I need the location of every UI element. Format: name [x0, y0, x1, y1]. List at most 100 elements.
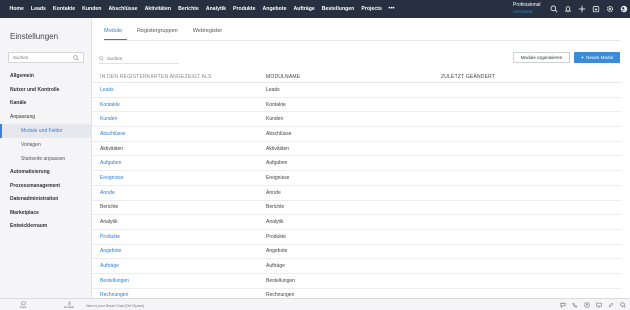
module-name: Leads — [266, 86, 280, 93]
new-module-button[interactable]: + Neues Modul — [574, 52, 620, 63]
chats-button[interactable]: Chats — [0, 299, 46, 310]
nav-item-abschlüsse[interactable]: Abschlüsse — [105, 0, 141, 18]
module-display-name[interactable]: Abschlüsse — [92, 131, 266, 137]
new-module-label: Neues Modul — [586, 55, 614, 60]
sidebar-item-automatisierung[interactable]: Automatisierung — [0, 166, 91, 180]
module-display-name[interactable]: Produkte — [92, 234, 266, 240]
nav-item-berichte[interactable]: Berichte — [175, 0, 203, 18]
nav-item-home[interactable]: Home — [6, 0, 27, 18]
module-nav: Home Leads Kontakte Kunden Abschlüsse Aktivit… — [0, 0, 398, 18]
sidebar-item-startseite-anpassen[interactable]: Startseite anpassen — [0, 152, 91, 166]
tab-webregister[interactable]: Webregister — [193, 28, 228, 40]
tab-module[interactable]: Module — [104, 28, 128, 40]
sidebar-search-input[interactable] — [13, 55, 73, 60]
top-icons — [548, 0, 629, 18]
module-display-name[interactable]: Aufgaben — [92, 160, 266, 166]
table-row[interactable]: Abschlüsse Abschlüsse — [92, 127, 622, 142]
zoom-icon[interactable] — [618, 301, 627, 310]
edition-info[interactable]: Professional UPGRADE — [513, 2, 547, 15]
module-name: Produkte — [266, 233, 287, 240]
bottom-left-buttons: Chats Kontakte — [0, 299, 92, 310]
module-name: Aufgaben — [266, 160, 288, 167]
module-name: Kunden — [266, 116, 284, 123]
nav-item-produkte[interactable]: Produkte — [230, 0, 259, 18]
table-row[interactable]: Ereignisse Ereignisse — [92, 171, 622, 186]
column-header-display: IN DEN REGISTERKARTEN ANGEZEIGT ALS — [100, 73, 212, 80]
table-row[interactable]: Leads Leads — [92, 83, 622, 98]
sidebar-item-vorlagen[interactable]: Vorlagen — [0, 138, 91, 152]
sidebar-item-marketplace[interactable]: Marketplace — [0, 207, 91, 221]
monitor-icon[interactable] — [594, 301, 603, 310]
module-display-name[interactable]: Kontakte — [92, 102, 266, 108]
module-display-name[interactable]: Leads — [92, 87, 266, 93]
module-name: Aufträge — [266, 263, 285, 270]
table-row[interactable]: Kunden Kunden — [92, 112, 622, 128]
module-display-name[interactable]: Kunden — [92, 116, 266, 122]
module-name: Berichte — [266, 204, 285, 211]
table-row[interactable]: Anrufe Anrufe — [92, 186, 622, 201]
table-row[interactable]: Analytik Analytik — [92, 215, 622, 230]
plus-icon[interactable] — [576, 4, 587, 15]
table-row[interactable]: Berichte Berichte — [92, 201, 622, 216]
module-search[interactable] — [99, 54, 179, 64]
search-icon[interactable] — [548, 4, 559, 15]
search-icon — [73, 54, 79, 61]
contacts-icon[interactable] — [582, 301, 591, 310]
nav-item-kunden[interactable]: Kunden — [79, 0, 105, 18]
more-menu-icon[interactable]: ••• — [385, 0, 397, 18]
sidebar-item-kanäle[interactable]: Kanäle — [0, 97, 91, 111]
smart-chat-input[interactable] — [86, 302, 216, 309]
nav-item-aktivitäten[interactable]: Aktivitäten — [141, 0, 175, 18]
settings-icon[interactable] — [604, 4, 615, 15]
organize-modules-button[interactable]: Module organisieren — [513, 52, 570, 63]
nav-item-angebote[interactable]: Angebote — [259, 0, 290, 18]
nav-item-kontakte[interactable]: Kontakte — [49, 0, 78, 18]
phone-icon[interactable] — [570, 301, 579, 310]
apps-icon[interactable] — [618, 4, 629, 15]
table-row[interactable]: Aufgaben Aufgaben — [92, 156, 622, 172]
column-header-module: MODULNAME — [266, 73, 301, 80]
module-display-name[interactable]: Ereignisse — [92, 175, 266, 181]
column-header-modified: ZULETZT GEÄNDERT — [441, 73, 496, 80]
sidebar-search[interactable] — [8, 52, 84, 63]
module-name: Bestellungen — [266, 277, 295, 284]
module-display-name[interactable]: Aufträge — [92, 263, 266, 269]
search-icon — [99, 56, 104, 61]
module-display-name[interactable]: Angebote — [92, 248, 266, 254]
bell-icon[interactable] — [562, 4, 573, 15]
module-search-input[interactable] — [107, 56, 177, 61]
table-row[interactable]: Kontakte Kontakte — [92, 98, 622, 113]
edition-name: Professional — [513, 2, 541, 8]
table-row[interactable]: Produkte Produkte — [92, 230, 622, 245]
calendar-icon[interactable] — [590, 4, 601, 15]
tab-bar: Module Registergruppen Webregister — [104, 28, 237, 40]
table-row[interactable]: Aufträge Aufträge — [92, 259, 622, 274]
module-name: Abschlüsse — [266, 130, 292, 137]
module-display-name[interactable]: Bestellungen — [92, 278, 266, 284]
edit-icon[interactable] — [606, 301, 615, 310]
settings-sidebar: Einstellungen AllgemeinNutzer und Kontro… — [0, 18, 92, 298]
nav-item-bestellungen[interactable]: Bestellungen — [318, 0, 358, 18]
table-row[interactable]: Aktivitäten Aktivitäten — [92, 142, 622, 157]
module-name: Anrufe — [266, 189, 281, 196]
table-row[interactable]: Bestellungen Bestellungen — [92, 274, 622, 289]
chats-label: Chats — [19, 306, 27, 309]
sidebar-item-entwicklerraum[interactable]: Entwicklerraum — [0, 220, 91, 234]
nav-item-aufträge[interactable]: Aufträge — [290, 0, 318, 18]
nav-item-leads[interactable]: Leads — [27, 0, 49, 18]
sidebar-item-datenadministration[interactable]: Datenadministration — [0, 193, 91, 207]
table-row[interactable]: Angebote Angebote — [92, 245, 622, 260]
chat-icon[interactable] — [558, 301, 567, 310]
sidebar-item-allgemein[interactable]: Allgemein — [0, 70, 91, 84]
sidebar-item-prozessmanagement[interactable]: Prozessmanagement — [0, 180, 91, 194]
table-body: Leads Leads Kontakte Kontakte Kunden Kunden Ab… — [92, 83, 622, 304]
modules-table: IN DEN REGISTERKARTEN ANGEZEIGT ALS MODU… — [92, 71, 622, 304]
sidebar-item-anpassung[interactable]: Anpassung — [0, 111, 91, 125]
sidebar-item-nutzer-und-kontrolle[interactable]: Nutzer und Kontrolle — [0, 84, 91, 98]
module-display-name[interactable]: Anrufe — [92, 190, 266, 196]
nav-item-analytik[interactable]: Analytik — [202, 0, 229, 18]
nav-item-projects[interactable]: Projects — [358, 0, 385, 18]
sidebar-item-module-und-felder[interactable]: Module und Felder — [0, 124, 91, 138]
tab-registergruppen[interactable]: Registergruppen — [137, 28, 183, 40]
upgrade-link[interactable]: UPGRADE — [513, 9, 547, 15]
